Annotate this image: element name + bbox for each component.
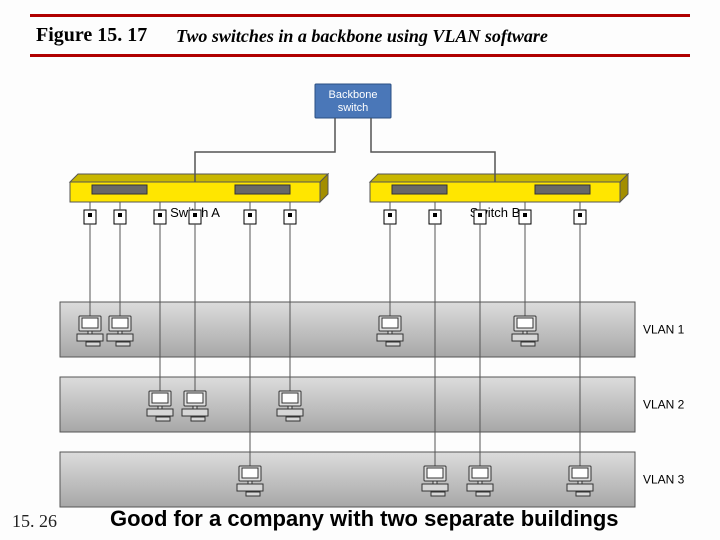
workstation-icon	[422, 466, 448, 496]
svg-text:Backbone: Backbone	[329, 89, 378, 101]
svg-text:VLAN 1: VLAN 1	[643, 323, 685, 337]
workstation-icon	[237, 466, 263, 496]
title-rule-top	[30, 14, 690, 17]
figure-number: Figure 15. 17	[36, 24, 147, 47]
workstation-icon	[77, 316, 103, 346]
workstation-icon	[277, 391, 303, 421]
vlan-band-3	[60, 452, 635, 507]
figure-caption: Two switches in a backbone using VLAN so…	[176, 26, 548, 47]
workstation-icon	[567, 466, 593, 496]
page-number: 15. 26	[12, 511, 57, 532]
vlan-band-2	[60, 377, 635, 432]
workstation-icon	[377, 316, 403, 346]
svg-text:VLAN 2: VLAN 2	[643, 398, 685, 412]
workstation-icon	[512, 316, 538, 346]
slide: Figure 15. 17 Two switches in a backbone…	[0, 0, 720, 540]
workstation-icon	[107, 316, 133, 346]
figure-diagram: BackboneswitchSwitch ASwitch BVLAN 1VLAN…	[30, 72, 690, 512]
workstation-icon	[182, 391, 208, 421]
workstation-icon	[147, 391, 173, 421]
title-rule-bottom	[30, 54, 690, 57]
svg-text:switch: switch	[338, 102, 369, 114]
bottom-caption: Good for a company with two separate bui…	[110, 506, 619, 532]
workstation-icon	[467, 466, 493, 496]
svg-text:VLAN 3: VLAN 3	[643, 473, 685, 487]
vlan-band-1	[60, 302, 635, 357]
